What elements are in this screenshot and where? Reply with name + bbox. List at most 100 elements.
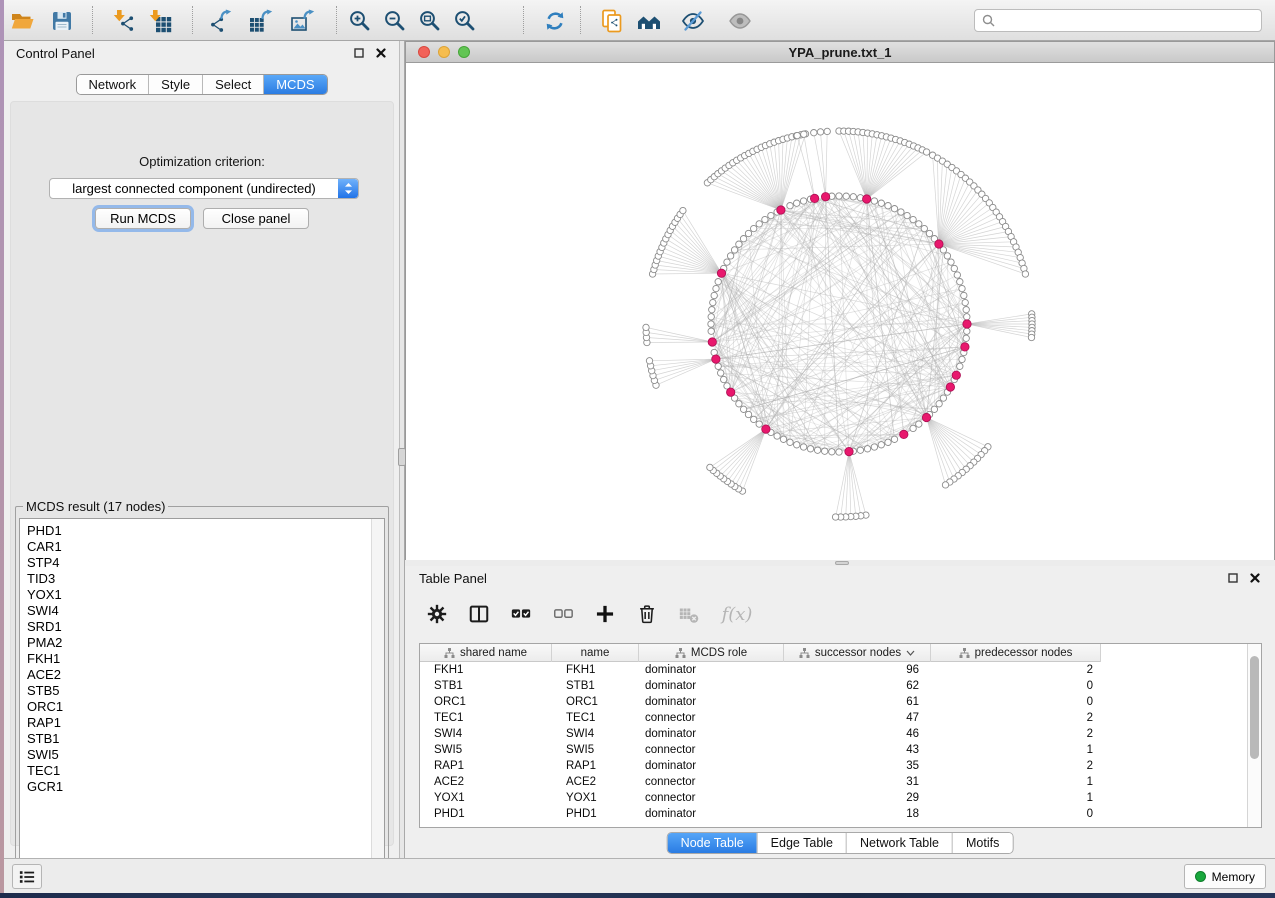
show-hide-columns-button[interactable] xyxy=(467,602,491,626)
list-item[interactable]: GCR1 xyxy=(27,779,384,795)
table-header-filler xyxy=(1101,644,1261,662)
memory-button[interactable]: Memory xyxy=(1184,864,1266,889)
tab-network-table[interactable]: Network Table xyxy=(846,833,952,853)
table-panel-titlebar: Table Panel xyxy=(405,566,1275,590)
list-item[interactable]: CAR1 xyxy=(27,539,384,555)
tab-edge-table[interactable]: Edge Table xyxy=(757,833,846,853)
column-header-predecessor-nodes[interactable]: predecessor nodes xyxy=(931,644,1101,662)
close-panel-button[interactable]: Close panel xyxy=(203,208,309,229)
search-input[interactable] xyxy=(995,14,1261,28)
table-row[interactable]: PHD1PHD1dominator180 xyxy=(420,806,1261,822)
network-canvas[interactable] xyxy=(406,63,1274,560)
optimization-criterion-label: Optimization criterion: xyxy=(11,154,393,169)
control-panel-titlebar: Control Panel xyxy=(4,41,399,65)
cell: dominator xyxy=(639,758,784,774)
tab-network[interactable]: Network xyxy=(76,75,148,94)
table-row[interactable]: FKH1FKH1dominator962 xyxy=(420,662,1261,678)
list-item[interactable]: TEC1 xyxy=(27,763,384,779)
select-all-button[interactable] xyxy=(509,602,533,626)
column-header-shared-name[interactable]: shared name xyxy=(420,644,552,662)
mcds-result-list[interactable]: PHD1CAR1STP4TID3YOX1SWI4SRD1PMA2FKH1ACE2… xyxy=(19,518,385,879)
tab-style[interactable]: Style xyxy=(148,75,202,94)
export-image-button[interactable] xyxy=(288,6,318,36)
column-header-MCDS-role[interactable]: MCDS role xyxy=(639,644,784,662)
tab-motifs[interactable]: Motifs xyxy=(952,833,1012,853)
cell: 62 xyxy=(784,678,931,694)
table-row[interactable]: ACE2ACE2connector311 xyxy=(420,774,1261,790)
horizontal-splitter-handle[interactable] xyxy=(835,561,849,565)
cell: ORC1 xyxy=(420,694,552,710)
toolbar-separator xyxy=(92,6,93,34)
criterion-select[interactable]: largest connected component (undirected) xyxy=(49,178,359,199)
table-row[interactable]: STB1STB1dominator620 xyxy=(420,678,1261,694)
close-panel-icon[interactable] xyxy=(375,47,387,59)
hide-selected-button[interactable] xyxy=(678,6,708,36)
task-history-button[interactable] xyxy=(12,864,42,889)
control-panel: Control Panel NetworkStyleSelectMCDS Opt… xyxy=(4,41,400,858)
save-session-button[interactable] xyxy=(47,6,77,36)
cell: 0 xyxy=(931,694,1101,710)
list-item[interactable]: TID3 xyxy=(27,571,384,587)
table-options-button[interactable] xyxy=(425,602,449,626)
open-file-button[interactable] xyxy=(7,6,37,36)
list-item[interactable]: SRD1 xyxy=(27,619,384,635)
float-table-panel-icon[interactable] xyxy=(1227,572,1239,584)
memory-status-dot xyxy=(1195,871,1206,882)
table-row[interactable]: ORC1ORC1dominator610 xyxy=(420,694,1261,710)
list-item[interactable]: STB1 xyxy=(27,731,384,747)
table-scrollbar-thumb[interactable] xyxy=(1250,656,1259,759)
list-item[interactable]: PMA2 xyxy=(27,635,384,651)
zoom-selected-region-button[interactable] xyxy=(450,6,480,36)
cell: 1 xyxy=(931,742,1101,758)
list-item[interactable]: SWI5 xyxy=(27,747,384,763)
float-panel-icon[interactable] xyxy=(353,47,365,59)
delete-columns-button[interactable] xyxy=(635,602,659,626)
mcds-result-groupbox: MCDS result (17 nodes) PHD1CAR1STP4TID3Y… xyxy=(15,506,389,883)
destroy-table-button xyxy=(677,602,701,626)
search-box[interactable] xyxy=(974,9,1262,32)
table-row[interactable]: YOX1YOX1connector291 xyxy=(420,790,1261,806)
column-header-name[interactable]: name xyxy=(552,644,639,662)
table-row[interactable]: TEC1TEC1connector472 xyxy=(420,710,1261,726)
list-item[interactable]: PHD1 xyxy=(27,523,384,539)
cell: STB1 xyxy=(420,678,552,694)
cell: SWI4 xyxy=(420,726,552,742)
zoom-fit-content-button[interactable] xyxy=(415,6,445,36)
list-item[interactable]: YOX1 xyxy=(27,587,384,603)
list-item[interactable]: FKH1 xyxy=(27,651,384,667)
import-network-from-file-button[interactable] xyxy=(109,6,139,36)
tab-node-table[interactable]: Node Table xyxy=(668,833,757,853)
export-table-button[interactable] xyxy=(246,6,276,36)
table-scrollbar[interactable] xyxy=(1247,644,1261,827)
close-table-panel-icon[interactable] xyxy=(1249,572,1261,584)
tab-select[interactable]: Select xyxy=(202,75,263,94)
list-item[interactable]: STP4 xyxy=(27,555,384,571)
zoom-out-button[interactable] xyxy=(380,6,410,36)
refresh-view-button[interactable] xyxy=(540,6,570,36)
export-network-button[interactable] xyxy=(205,6,235,36)
list-item[interactable]: STB5 xyxy=(27,683,384,699)
result-list-scrollbar[interactable] xyxy=(371,519,384,878)
run-mcds-button[interactable]: Run MCDS xyxy=(95,208,191,229)
list-item[interactable]: RAP1 xyxy=(27,715,384,731)
sort-desc-icon xyxy=(906,650,915,656)
table-row[interactable]: SWI4SWI4dominator462 xyxy=(420,726,1261,742)
table-row[interactable]: SWI5SWI5connector431 xyxy=(420,742,1261,758)
add-column-button[interactable] xyxy=(593,602,617,626)
column-header-successor-nodes[interactable]: successor nodes xyxy=(784,644,931,662)
list-item[interactable]: SWI4 xyxy=(27,603,384,619)
export-network-icon xyxy=(208,9,232,33)
first-neighbors-button[interactable] xyxy=(634,6,664,36)
zoom-in-icon xyxy=(348,9,372,33)
deselect-all-button[interactable] xyxy=(551,602,575,626)
table-row[interactable]: RAP1RAP1dominator352 xyxy=(420,758,1261,774)
zoom-in-button[interactable] xyxy=(345,6,375,36)
tab-mcds[interactable]: MCDS xyxy=(263,75,326,94)
memory-label: Memory xyxy=(1212,870,1255,884)
show-all-icon xyxy=(728,9,752,33)
column-header-label: predecessor nodes xyxy=(975,647,1073,659)
import-table-from-file-button[interactable] xyxy=(145,6,175,36)
list-item[interactable]: ACE2 xyxy=(27,667,384,683)
list-item[interactable]: ORC1 xyxy=(27,699,384,715)
new-network-from-file-button[interactable] xyxy=(597,6,627,36)
